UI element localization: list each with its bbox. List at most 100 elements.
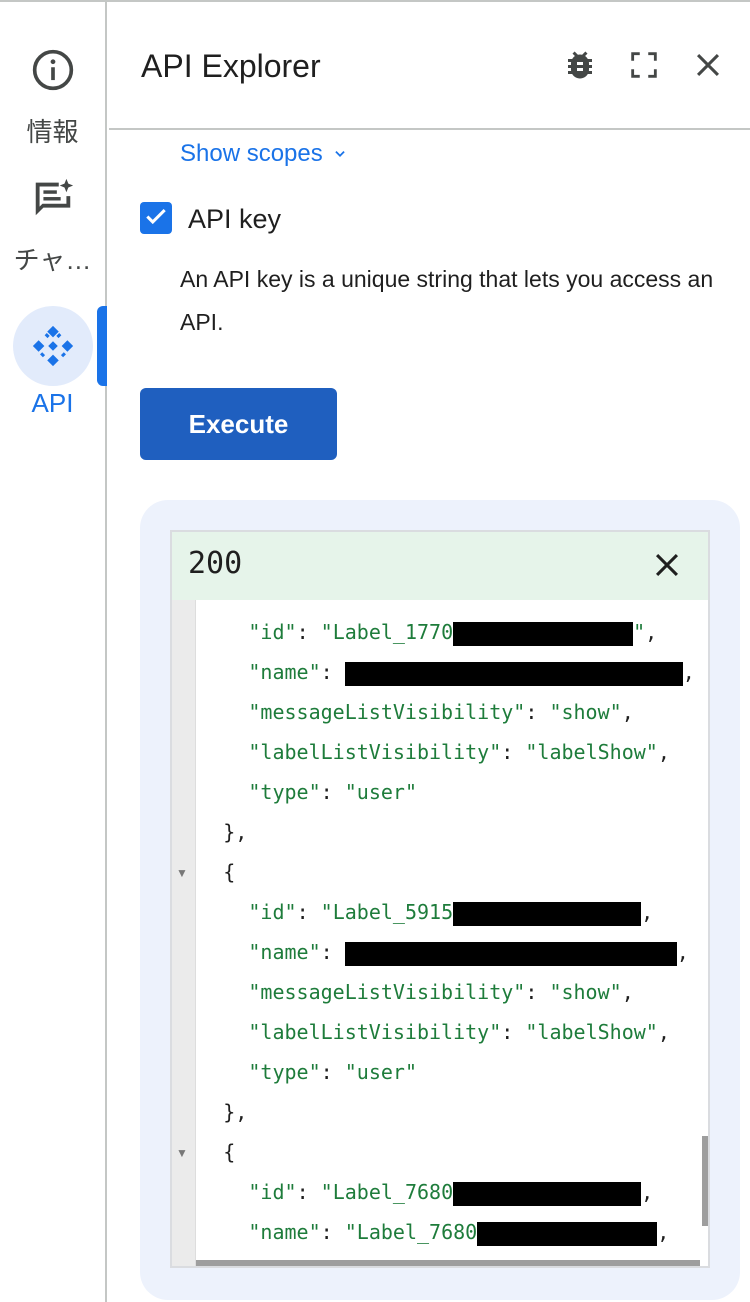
fullscreen-button[interactable] bbox=[619, 42, 669, 92]
json-punct: , bbox=[621, 700, 634, 724]
close-panel-button[interactable] bbox=[683, 42, 733, 92]
json-punct: , bbox=[645, 620, 658, 644]
json-key: "id" bbox=[248, 1180, 297, 1204]
redacted-block bbox=[477, 1221, 658, 1246]
close-icon bbox=[691, 48, 725, 87]
fold-toggle-icon[interactable]: ▼ bbox=[176, 1146, 188, 1160]
api-diamond-icon bbox=[12, 306, 93, 386]
json-punct: : bbox=[296, 900, 321, 924]
json-key: "id" bbox=[248, 620, 297, 644]
rail-item-label: API bbox=[31, 388, 74, 418]
json-punct: : bbox=[501, 740, 526, 764]
json-punct: , bbox=[621, 980, 634, 1004]
json-punct: : bbox=[525, 980, 550, 1004]
chevron-down-icon bbox=[333, 140, 347, 168]
json-string: "Label_5915 bbox=[320, 900, 454, 924]
rail-item-label: チャ… bbox=[13, 245, 92, 275]
status-code: 200 bbox=[188, 546, 243, 581]
json-punct: }, bbox=[223, 1100, 248, 1124]
vertical-scrollbar[interactable] bbox=[702, 1136, 708, 1226]
rail-item-chat[interactable]: チャ… bbox=[0, 158, 105, 277]
json-key: "labelListVisibility" bbox=[248, 1020, 502, 1044]
json-string: "labelShow" bbox=[525, 740, 658, 764]
fullscreen-icon bbox=[627, 48, 661, 87]
json-key: "messageListVisibility" bbox=[248, 980, 526, 1004]
json-punct: , bbox=[676, 940, 689, 964]
code-line: "id": "Label_7680, bbox=[248, 1172, 653, 1212]
response-header: 200 bbox=[172, 532, 708, 600]
code-line: { bbox=[223, 1132, 235, 1172]
json-string: "user" bbox=[344, 1060, 417, 1084]
json-key: "id" bbox=[248, 900, 297, 924]
json-key: "name" bbox=[248, 1220, 321, 1244]
json-punct: { bbox=[223, 1140, 236, 1164]
json-key: "name" bbox=[248, 940, 321, 964]
json-response: "id": "Label_1770 ", "name": , "messageList… bbox=[196, 600, 700, 1266]
info-icon bbox=[13, 30, 93, 110]
show-scopes-label: Show scopes bbox=[180, 140, 323, 167]
json-punct: }, bbox=[223, 820, 248, 844]
redacted-block bbox=[453, 1181, 642, 1206]
api-key-label: API key bbox=[188, 204, 282, 234]
panel-header: API Explorer bbox=[109, 2, 750, 130]
code-line: "labelListVisibility": "labelShow", bbox=[248, 732, 669, 772]
code-line: }, bbox=[223, 1092, 247, 1132]
redacted-block bbox=[344, 661, 683, 686]
json-punct: { bbox=[223, 860, 236, 884]
json-key: "type" bbox=[248, 1060, 321, 1084]
code-line: "name": , bbox=[248, 932, 689, 972]
active-indicator bbox=[97, 306, 107, 386]
code-line: "id": "Label_1770 ", bbox=[248, 612, 657, 652]
close-icon bbox=[650, 548, 684, 587]
redacted-block bbox=[344, 941, 677, 966]
json-string: "Label_7680 bbox=[320, 1180, 454, 1204]
json-string: "labelShow" bbox=[525, 1020, 658, 1044]
json-key: "name" bbox=[248, 660, 321, 684]
json-key: "messageListVisibility" bbox=[248, 700, 526, 724]
code-gutter: ▼ ▼ bbox=[172, 600, 196, 1266]
json-punct: , bbox=[641, 900, 654, 924]
json-punct: : bbox=[296, 620, 321, 644]
json-string: " bbox=[633, 620, 646, 644]
debug-button[interactable] bbox=[555, 42, 605, 92]
code-line: "messageListVisibility": "show", bbox=[248, 692, 633, 732]
api-key-checkbox[interactable] bbox=[140, 202, 172, 234]
code-line: "type": "user" bbox=[248, 772, 417, 812]
code-line: }, bbox=[223, 812, 247, 852]
code-line: "messageListVisibility": "show", bbox=[248, 972, 633, 1012]
json-punct: , bbox=[657, 1020, 670, 1044]
json-punct: , bbox=[657, 740, 670, 764]
rail-item-api[interactable]: API bbox=[0, 306, 105, 419]
code-line: "labelListVisibility": "labelShow", bbox=[248, 1012, 669, 1052]
json-punct: : bbox=[320, 660, 345, 684]
json-string: "Label_1770 bbox=[320, 620, 454, 644]
code-line: "type": "user" bbox=[248, 1052, 417, 1092]
rail-item-label: 情報 bbox=[26, 117, 79, 147]
bug-icon bbox=[562, 47, 598, 88]
json-punct: , bbox=[682, 660, 695, 684]
horizontal-scrollbar[interactable] bbox=[196, 1260, 700, 1266]
redacted-block bbox=[453, 621, 634, 646]
code-line: "name": "Label_7680, bbox=[248, 1212, 669, 1252]
page-title: API Explorer bbox=[141, 48, 321, 84]
show-scopes-link[interactable]: Show scopes bbox=[180, 140, 347, 168]
json-punct: : bbox=[320, 1220, 345, 1244]
json-key: "labelListVisibility" bbox=[248, 740, 502, 764]
json-punct: : bbox=[525, 700, 550, 724]
check-icon bbox=[143, 203, 169, 234]
json-punct: , bbox=[657, 1220, 670, 1244]
json-string: "user" bbox=[344, 780, 417, 804]
execute-button[interactable]: Execute bbox=[140, 388, 337, 460]
chat-spark-icon bbox=[13, 158, 93, 238]
json-punct: : bbox=[296, 1180, 321, 1204]
json-string: "show" bbox=[549, 700, 622, 724]
rail-item-info[interactable]: 情報 bbox=[0, 30, 105, 149]
fold-toggle-icon[interactable]: ▼ bbox=[176, 866, 188, 880]
code-line: "id": "Label_5915, bbox=[248, 892, 653, 932]
redacted-block bbox=[453, 901, 642, 926]
json-string: "show" bbox=[549, 980, 622, 1004]
close-response-button[interactable] bbox=[642, 542, 692, 592]
response-box: 200 ▼ ▼ "id": "Label_1770 ", "name": , "mess… bbox=[170, 530, 710, 1268]
json-punct: , bbox=[641, 1180, 654, 1204]
json-key: "type" bbox=[248, 780, 321, 804]
